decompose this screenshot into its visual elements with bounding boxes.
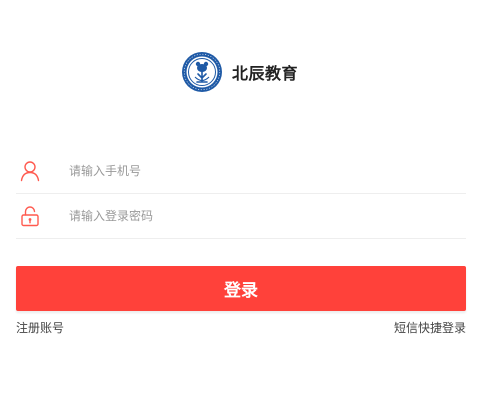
login-button[interactable]: 登录 [16, 266, 466, 311]
user-icon [17, 158, 43, 184]
phone-field-row [16, 148, 466, 194]
register-link[interactable]: 注册账号 [16, 320, 64, 336]
logo-icon [182, 52, 222, 92]
phone-input[interactable] [69, 155, 449, 186]
password-field-row [16, 193, 466, 239]
brand-header: 北辰教育 [181, 51, 298, 93]
brand-name: 北辰教育 [232, 64, 299, 83]
sms-login-link[interactable]: 短信快捷登录 [394, 320, 466, 336]
lock-icon [17, 203, 43, 229]
password-input[interactable] [69, 200, 449, 231]
